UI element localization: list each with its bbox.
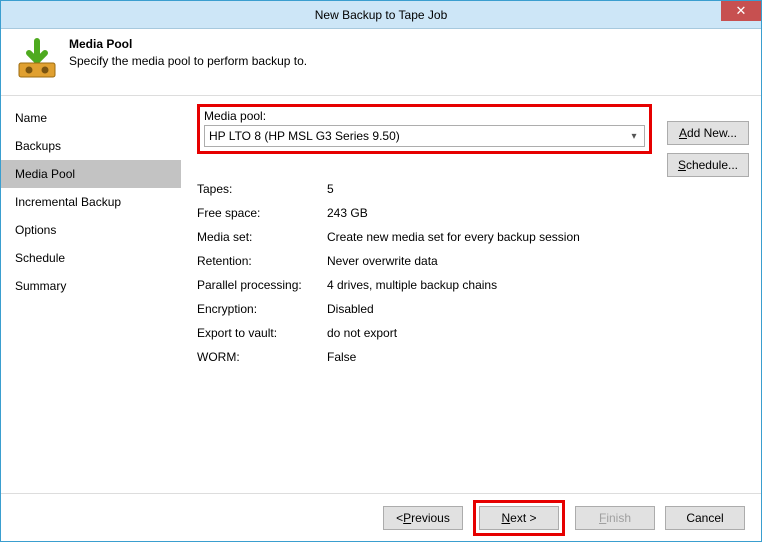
- close-icon: ✕: [736, 3, 747, 19]
- next-button-highlight: Next >: [473, 500, 565, 536]
- titlebar: New Backup to Tape Job ✕: [1, 1, 761, 29]
- sidebar-item-incremental-backup[interactable]: Incremental Backup: [1, 188, 181, 216]
- media-pool-label: Media pool:: [204, 109, 645, 123]
- export-label: Export to vault:: [197, 326, 327, 340]
- worm-value: False: [327, 350, 356, 364]
- export-value: do not export: [327, 326, 397, 340]
- tapes-value: 5: [327, 182, 334, 196]
- schedule-button[interactable]: Schedule...: [667, 153, 749, 177]
- add-new-button[interactable]: Add New...: [667, 121, 749, 145]
- sidebar-item-schedule[interactable]: Schedule: [1, 244, 181, 272]
- media-pool-selected-value: HP LTO 8 (HP MSL G3 Series 9.50): [209, 129, 400, 143]
- tape-icon: [15, 37, 59, 81]
- sidebar-item-media-pool[interactable]: Media Pool: [1, 160, 181, 188]
- wizard-content: Media pool: HP LTO 8 (HP MSL G3 Series 9…: [181, 96, 761, 493]
- worm-label: WORM:: [197, 350, 327, 364]
- sidebar-item-name[interactable]: Name: [1, 104, 181, 132]
- page-subtitle: Specify the media pool to perform backup…: [69, 54, 307, 68]
- media-set-value: Create new media set for every backup se…: [327, 230, 580, 244]
- finish-button: Finish: [575, 506, 655, 530]
- cancel-button[interactable]: Cancel: [665, 506, 745, 530]
- next-button[interactable]: Next >: [479, 506, 559, 530]
- media-pool-info: Tapes: 5 Free space: 243 GB Media set: C…: [197, 182, 745, 364]
- info-row-worm: WORM: False: [197, 350, 745, 364]
- media-pool-highlight: Media pool: HP LTO 8 (HP MSL G3 Series 9…: [197, 104, 652, 154]
- side-buttons: Add New... Schedule...: [667, 121, 749, 177]
- retention-label: Retention:: [197, 254, 327, 268]
- free-space-label: Free space:: [197, 206, 327, 220]
- retention-value: Never overwrite data: [327, 254, 438, 268]
- info-row-media-set: Media set: Create new media set for ever…: [197, 230, 745, 244]
- wizard-header-text: Media Pool Specify the media pool to per…: [69, 37, 307, 68]
- page-title: Media Pool: [69, 37, 307, 51]
- encryption-label: Encryption:: [197, 302, 327, 316]
- sidebar-item-backups[interactable]: Backups: [1, 132, 181, 160]
- window-title: New Backup to Tape Job: [315, 8, 448, 22]
- tapes-label: Tapes:: [197, 182, 327, 196]
- media-pool-dropdown[interactable]: HP LTO 8 (HP MSL G3 Series 9.50) ▾: [204, 125, 645, 147]
- encryption-value: Disabled: [327, 302, 374, 316]
- wizard-header: Media Pool Specify the media pool to per…: [1, 29, 761, 96]
- wizard-window: New Backup to Tape Job ✕ Media Pool Spec…: [0, 0, 762, 542]
- info-row-free-space: Free space: 243 GB: [197, 206, 745, 220]
- info-row-parallel: Parallel processing: 4 drives, multiple …: [197, 278, 745, 292]
- info-row-tapes: Tapes: 5: [197, 182, 745, 196]
- sidebar-item-options[interactable]: Options: [1, 216, 181, 244]
- media-set-label: Media set:: [197, 230, 327, 244]
- free-space-value: 243 GB: [327, 206, 368, 220]
- close-button[interactable]: ✕: [721, 1, 761, 21]
- sidebar-item-summary[interactable]: Summary: [1, 272, 181, 300]
- wizard-steps-sidebar: Name Backups Media Pool Incremental Back…: [1, 96, 181, 493]
- wizard-body: Name Backups Media Pool Incremental Back…: [1, 96, 761, 493]
- previous-button[interactable]: < Previous: [383, 506, 463, 530]
- info-row-export: Export to vault: do not export: [197, 326, 745, 340]
- info-row-retention: Retention: Never overwrite data: [197, 254, 745, 268]
- parallel-value: 4 drives, multiple backup chains: [327, 278, 497, 292]
- info-row-encryption: Encryption: Disabled: [197, 302, 745, 316]
- wizard-footer: < Previous Next > Finish Cancel: [1, 493, 761, 541]
- chevron-down-icon: ▾: [626, 127, 642, 145]
- parallel-label: Parallel processing:: [197, 278, 327, 292]
